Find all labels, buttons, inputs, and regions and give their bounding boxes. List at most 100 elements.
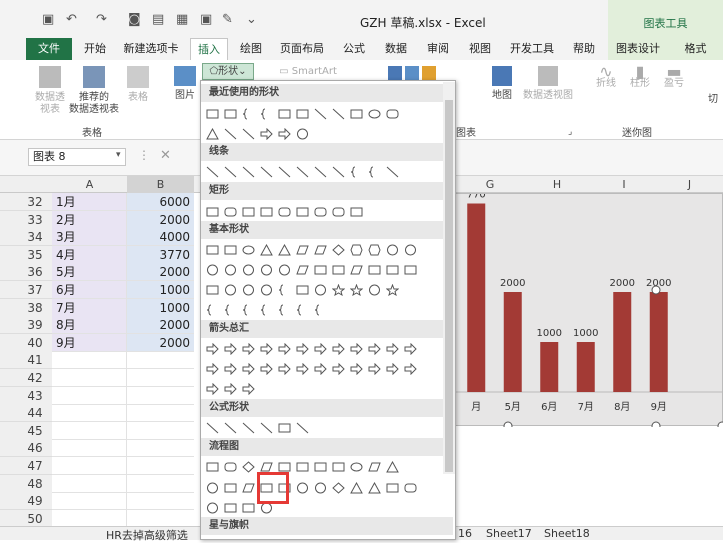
arrow-shape-icon[interactable]	[368, 363, 381, 375]
recommended-pivot-button[interactable]: 推荐的 数据透视表	[66, 66, 122, 116]
column-header-b[interactable]: B	[127, 176, 194, 193]
row-header[interactable]: 47	[0, 457, 52, 475]
rect-shape-icon[interactable]	[206, 244, 219, 256]
rect-shape-icon[interactable]	[260, 206, 273, 218]
brace-shape-icon[interactable]	[278, 284, 291, 296]
cell-b[interactable]: 3770	[127, 245, 194, 264]
resize-handle[interactable]	[651, 285, 661, 295]
diamond-shape-icon[interactable]	[332, 244, 345, 256]
pivot-chart-button[interactable]: 数据透视图	[520, 66, 576, 102]
line-shape-icon[interactable]	[206, 422, 219, 434]
tri-shape-icon[interactable]	[368, 482, 381, 494]
line-shape-icon[interactable]	[242, 166, 255, 178]
circle-shape-icon[interactable]	[404, 244, 417, 256]
table-icon[interactable]: ▦	[176, 12, 188, 27]
row-header[interactable]: 48	[0, 474, 52, 493]
tab-new-tab[interactable]: 新建选项卡	[118, 38, 184, 60]
shapes-button[interactable]: ⬠形状⌄	[202, 63, 254, 80]
arrow-shape-icon[interactable]	[260, 343, 273, 355]
round-shape-icon[interactable]	[404, 482, 417, 494]
round-shape-icon[interactable]	[332, 206, 345, 218]
line-shape-icon[interactable]	[260, 422, 273, 434]
tab-help[interactable]: 帮助	[566, 38, 602, 60]
rect-shape-icon[interactable]	[350, 108, 363, 120]
brace-shape-icon[interactable]	[350, 166, 363, 178]
dialog-launcher-icon[interactable]: ⌟	[568, 126, 572, 138]
row-header[interactable]: 38	[0, 298, 52, 317]
cell-b[interactable]	[127, 422, 194, 440]
round-shape-icon[interactable]	[278, 206, 291, 218]
sheet-tab[interactable]: Sheet17	[486, 527, 532, 540]
qat-more-icon[interactable]: ⌄	[246, 12, 257, 27]
table-button[interactable]: 表格	[124, 66, 152, 104]
cell-a[interactable]	[52, 457, 127, 475]
line-shape-icon[interactable]	[314, 108, 327, 120]
cell-b[interactable]	[127, 369, 194, 387]
tri-shape-icon[interactable]	[206, 128, 219, 140]
rect-shape-icon[interactable]	[278, 422, 291, 434]
pivot-table-button[interactable]: 数据透 视表	[30, 66, 70, 116]
cell-a[interactable]: 1月	[52, 193, 127, 211]
brace-shape-icon[interactable]	[314, 304, 327, 316]
cell-b[interactable]: 1000	[127, 298, 194, 317]
oval-shape-icon[interactable]	[242, 244, 255, 256]
cell-b[interactable]	[127, 351, 194, 370]
tab-format[interactable]: 格式	[668, 38, 723, 60]
rect-shape-icon[interactable]	[224, 482, 237, 494]
sheet-tab[interactable]: Sheet18	[544, 527, 590, 540]
arrow-shape-icon[interactable]	[296, 343, 309, 355]
cell-a[interactable]	[52, 351, 127, 370]
column-header-j[interactable]: J	[656, 176, 723, 193]
arrow-shape-icon[interactable]	[224, 363, 237, 375]
circle-shape-icon[interactable]	[242, 284, 255, 296]
tab-review[interactable]: 审阅	[420, 38, 456, 60]
arrow-shape-icon[interactable]	[278, 363, 291, 375]
diamond-shape-icon[interactable]	[242, 461, 255, 473]
cell-a[interactable]: 3月	[52, 228, 127, 247]
line-shape-icon[interactable]	[386, 166, 399, 178]
arrow-shape-icon[interactable]	[260, 363, 273, 375]
row-header[interactable]: 35	[0, 245, 52, 264]
form-icon[interactable]: ▣	[200, 12, 212, 27]
row-header[interactable]: 42	[0, 369, 52, 387]
para-shape-icon[interactable]	[296, 264, 309, 276]
circle-shape-icon[interactable]	[386, 244, 399, 256]
circle-shape-icon[interactable]	[368, 284, 381, 296]
rect-shape-icon[interactable]	[296, 206, 309, 218]
hex-shape-icon[interactable]	[350, 244, 363, 256]
line-shape-icon[interactable]	[278, 166, 291, 178]
rect-shape-icon[interactable]	[242, 502, 255, 514]
line-shape-icon[interactable]	[260, 166, 273, 178]
tab-home[interactable]: 开始	[78, 38, 112, 60]
arrow-shape-icon[interactable]	[224, 383, 237, 395]
line-shape-icon[interactable]	[206, 166, 219, 178]
brace-shape-icon[interactable]	[206, 304, 219, 316]
arrow-shape-icon[interactable]	[314, 363, 327, 375]
row-header[interactable]: 49	[0, 492, 52, 511]
sheet-tab[interactable]: HR去掉高级筛选	[106, 527, 188, 543]
rect-shape-icon[interactable]	[206, 461, 219, 473]
line-shape-icon[interactable]	[224, 166, 237, 178]
star-shape-icon[interactable]	[350, 284, 363, 296]
name-box[interactable]: 图表 8	[28, 148, 126, 166]
cell-a[interactable]	[52, 421, 127, 440]
rect-shape-icon[interactable]	[206, 108, 219, 120]
circle-shape-icon[interactable]	[296, 128, 309, 140]
line-shape-icon[interactable]	[296, 166, 309, 178]
para-shape-icon[interactable]	[314, 244, 327, 256]
oval-shape-icon[interactable]	[350, 461, 363, 473]
circle-shape-icon[interactable]	[224, 264, 237, 276]
row-header[interactable]: 32	[0, 193, 52, 211]
arrow-shape-icon[interactable]	[332, 343, 345, 355]
line-shape-icon[interactable]	[242, 422, 255, 434]
sparkline-winloss-button[interactable]: ▬ 盈亏	[660, 64, 688, 90]
map-button[interactable]: 地图	[490, 66, 514, 102]
rect-shape-icon[interactable]	[224, 502, 237, 514]
cancel-icon[interactable]: ✕	[160, 148, 171, 163]
arrow-shape-icon[interactable]	[296, 363, 309, 375]
rect-shape-icon[interactable]	[314, 264, 327, 276]
row-header[interactable]: 37	[0, 281, 52, 299]
rect-shape-icon[interactable]	[350, 206, 363, 218]
cell-a[interactable]: 4月	[52, 245, 127, 264]
tab-developer[interactable]: 开发工具	[504, 38, 560, 60]
